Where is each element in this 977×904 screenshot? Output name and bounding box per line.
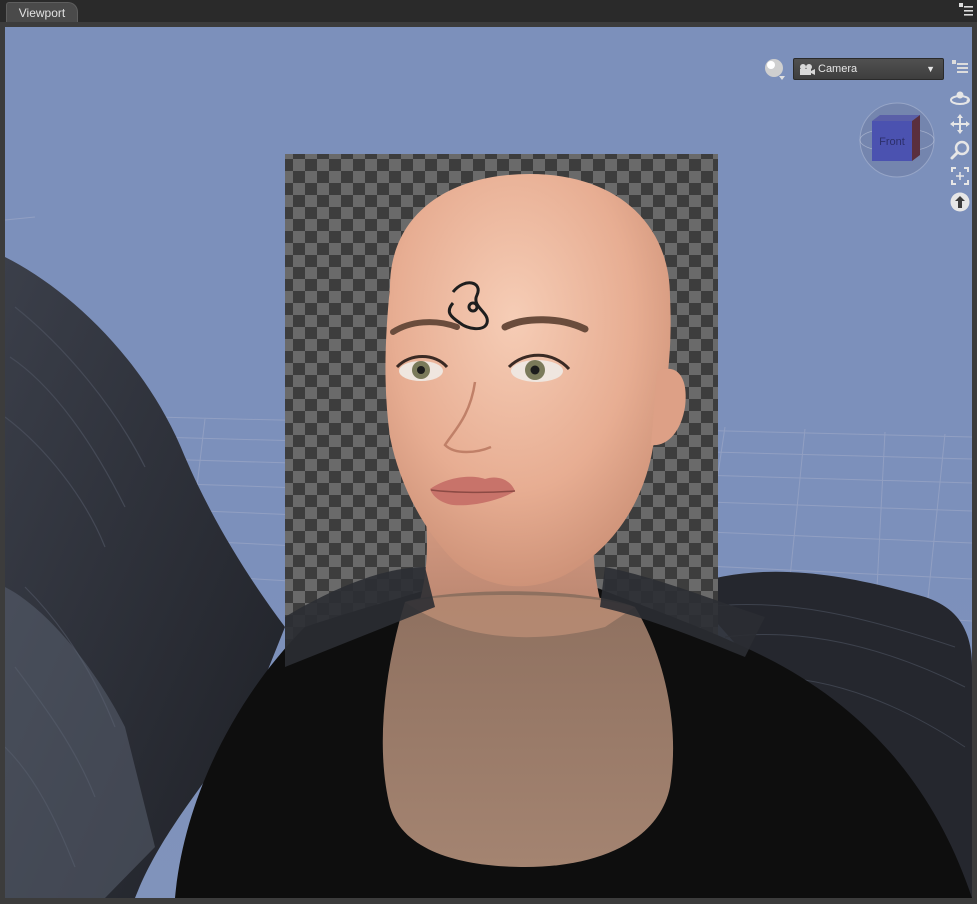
zoom-icon[interactable] [949,139,971,161]
frame-icon[interactable] [949,165,971,187]
reset-icon[interactable] [949,191,971,213]
tab-bar: Viewport [0,0,977,22]
camera-icon [800,64,815,75]
sphere-icon[interactable] [763,57,787,81]
scene-render [5,154,972,898]
orbit-icon[interactable] [949,87,971,109]
chevron-down-icon: ▼ [926,64,935,74]
panel-menu-icon[interactable] [959,3,973,17]
cube-face-label: Front [879,136,905,148]
tab-viewport[interactable]: Viewport [6,2,78,22]
navigation-cube[interactable]: Front [858,101,936,179]
viewport-3d[interactable]: Camera ▼ Front [5,27,972,898]
camera-label: Camera [818,63,858,75]
viewport-menu-icon[interactable] [949,57,971,79]
camera-select[interactable]: Camera ▼ [793,58,944,80]
pan-icon[interactable] [949,113,971,135]
